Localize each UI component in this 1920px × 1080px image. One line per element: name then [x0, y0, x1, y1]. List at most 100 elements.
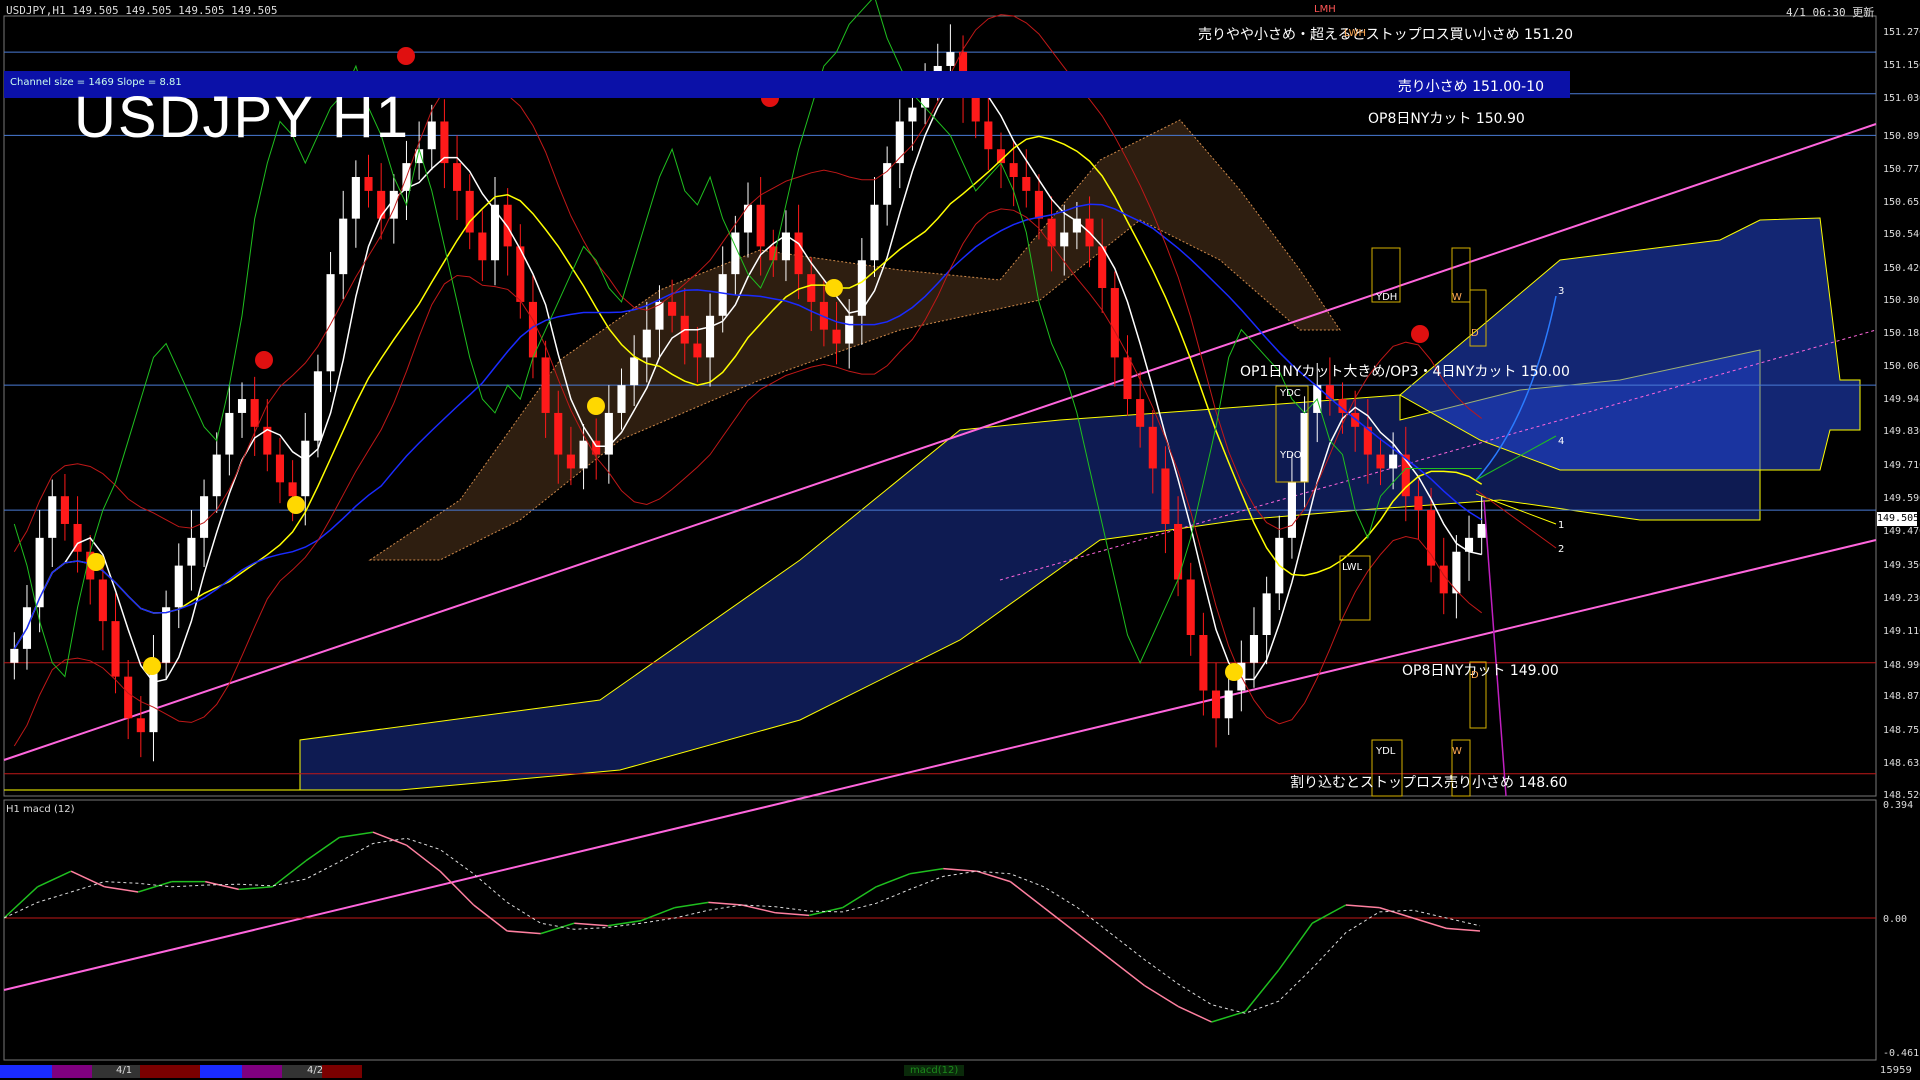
candle-body: [743, 204, 753, 233]
level-box-lwl: LWL: [1342, 562, 1363, 573]
price-chart[interactable]: [0, 0, 1920, 1080]
candle-body: [832, 329, 841, 344]
current-price-tag: 149.505: [1877, 512, 1920, 526]
candle-body: [212, 454, 221, 497]
candle-body: [1161, 468, 1170, 524]
price-tick-label: 149.830: [1883, 426, 1920, 438]
price-tick-label: 150.185: [1883, 327, 1920, 339]
price-tick-label: 149.590: [1883, 492, 1920, 504]
macd-segment: [1311, 904, 1347, 924]
fractal-marker: [1411, 325, 1429, 343]
candle-body: [1022, 176, 1031, 191]
macd-segment: [708, 901, 743, 906]
candle-body: [1123, 357, 1132, 400]
date-label-4-2: 4/2: [307, 1065, 324, 1076]
date-segment: [0, 1065, 52, 1078]
candle-body: [427, 121, 436, 150]
price-tick-label: 150.540: [1883, 229, 1920, 241]
candle-body: [617, 385, 626, 413]
candle-body: [1199, 635, 1208, 691]
candle-body: [187, 537, 196, 566]
candle-body: [1136, 399, 1145, 427]
price-tick-label: 151.030: [1883, 93, 1920, 105]
macd-segment: [1076, 933, 1112, 961]
candle-body: [883, 163, 892, 205]
candle-body: [313, 371, 322, 441]
fractal-marker: [397, 47, 415, 65]
candle-body: [60, 496, 69, 524]
macd-segment: [137, 880, 172, 893]
macd-segment: [70, 870, 105, 888]
macd-segment: [909, 867, 944, 875]
price-tick-label: 149.945: [1883, 394, 1920, 406]
macd-segment: [976, 870, 1011, 883]
candle-body: [1477, 523, 1486, 538]
macd-segment: [1412, 917, 1447, 930]
macd-segment: [1177, 1005, 1212, 1023]
price-tick-label: 150.655: [1883, 197, 1920, 209]
candle-body: [908, 107, 917, 122]
candle-body: [1376, 454, 1385, 469]
price-tick-label: 149.710: [1883, 459, 1920, 471]
price-tick-label: 149.470: [1883, 526, 1920, 538]
level-box-ydo: YDO: [1280, 450, 1302, 461]
candle-body: [111, 621, 120, 677]
candle-body: [642, 329, 651, 358]
macd-segment: [205, 880, 239, 891]
candle-body: [1211, 690, 1221, 719]
candle-body: [48, 496, 57, 538]
candle-body: [326, 274, 335, 372]
candle-body: [718, 274, 727, 316]
candle-body: [630, 357, 639, 386]
candle-body: [1427, 510, 1436, 566]
macd-segment: [1244, 969, 1280, 1013]
candle-body: [1034, 190, 1043, 219]
macd-tab[interactable]: macd(12): [904, 1065, 965, 1076]
price-tick-label: 148.635: [1883, 758, 1920, 770]
price-tick-label: 150.065: [1883, 361, 1920, 373]
macd-segment: [1009, 881, 1045, 909]
candle-body: [1110, 288, 1119, 358]
target-label-1: 1: [1558, 520, 1565, 531]
macd-segment: [875, 873, 910, 888]
date-segment: [200, 1065, 242, 1078]
macd-segment: [1144, 984, 1179, 1008]
macd-segment: [1379, 906, 1414, 919]
annotation-149-00: OP8日NYカット 149.00: [1402, 663, 1559, 679]
candle-body: [845, 315, 854, 344]
candle-body: [339, 218, 348, 275]
candle-body: [1414, 496, 1423, 511]
candle-body: [1224, 690, 1233, 719]
date-segment: [242, 1065, 282, 1078]
candle-body: [554, 412, 563, 455]
candle-body: [870, 204, 879, 261]
macd-segment: [439, 870, 475, 906]
candle-body: [225, 412, 234, 455]
date-segment: [140, 1065, 200, 1078]
candle-body: [604, 412, 613, 455]
macd-segment: [37, 870, 72, 888]
price-tick-label: 149.230: [1883, 592, 1920, 604]
candle-body: [1047, 218, 1056, 247]
macd-segment: [674, 901, 709, 909]
candle-body: [668, 301, 677, 316]
level-box-ydh: YDH: [1376, 292, 1398, 303]
date-segment: [322, 1065, 362, 1078]
annotation-148-60: 割り込むとストップロス売り小さめ 148.60: [1290, 775, 1568, 791]
macd-segment: [1446, 927, 1481, 932]
price-tick-label: 148.990: [1883, 659, 1920, 671]
date-label-4-1: 4/1: [116, 1065, 133, 1076]
macd-axis-zero: 0.00: [1883, 914, 1908, 925]
price-tick-label: 150.420: [1883, 262, 1920, 274]
ichimoku-cloud-future: [1399, 217, 1861, 471]
candle-body: [1060, 232, 1069, 247]
macd-segment: [406, 844, 441, 872]
candle-body: [351, 176, 360, 219]
target-label-4: 4: [1558, 436, 1565, 447]
candle-body: [200, 496, 209, 538]
fractal-marker: [1225, 663, 1243, 681]
level-box-ydl: YDL: [1376, 746, 1396, 757]
fractal-marker: [255, 351, 273, 369]
candle-body: [98, 579, 107, 622]
candle-body: [503, 204, 512, 247]
